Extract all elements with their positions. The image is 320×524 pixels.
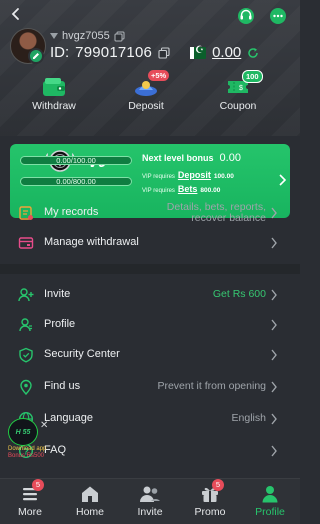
vip-req-bets-link[interactable]: Bets [178,184,198,194]
my-records-row[interactable]: My records Details, bets, reports, recov… [0,198,300,228]
bottom-nav: 5 More Home Invite 5 Promo Profile [0,478,300,524]
ad-line-2: Bonus Rs500 [8,453,45,459]
invite-label: Invite [44,288,71,300]
edit-avatar-icon[interactable] [28,48,44,64]
nav-home[interactable]: Home [60,479,120,524]
ad-line-1: Download app [8,446,47,452]
vip-req-bets-amount: 800.00 [200,187,221,194]
find-us-row[interactable]: Find us Prevent it from opening [0,372,300,402]
coupon-label: Coupon [219,100,257,112]
withdraw-button[interactable]: Withdraw [14,76,94,112]
nav-promo-label: Promo [194,506,226,518]
chevron-right-icon [271,381,277,393]
nav-home-label: Home [75,506,104,518]
refresh-icon[interactable] [247,47,259,59]
promo-badge: 5 [212,479,224,491]
find-us-value: Prevent it from opening [157,380,266,392]
more-badge: 5 [32,479,44,491]
id-row: ID: 799017106 0.00 [50,44,259,61]
nav-more[interactable]: 5 More [0,479,60,524]
my-records-label: My records [44,206,99,218]
vip-req-deposit-prefix: VIP requires [142,174,175,180]
invite-row[interactable]: Invite Get Rs 600 [0,280,300,310]
chevron-right-icon [271,319,277,331]
next-level-value: 0.00 [219,152,241,164]
chevron-right-icon [271,445,277,457]
vip-req-deposit-amount: 100.00 [213,173,234,180]
id-prefix: ID: [50,44,70,61]
invite-value: Get Rs 600 [212,288,266,300]
chevron-right-icon [271,413,277,425]
section-divider [0,264,300,274]
deposit-label: Deposit [128,100,164,112]
nav-profile[interactable]: Profile [240,479,300,524]
vip-progress-deposit-text: 0.00/100.00 [56,156,96,165]
support-icon[interactable] [236,6,256,26]
profile-nav-icon [262,486,278,503]
coupon-button[interactable]: $ 100 Coupon [198,70,278,112]
balance: 0.00 [212,44,242,61]
security-center-label: Security Center [44,348,120,360]
app-logo: H 55 [8,418,38,446]
language-value: English [231,412,266,424]
nav-profile-label: Profile [255,506,285,518]
manage-withdrawal-row[interactable]: Manage withdrawal [0,228,300,258]
next-level-label: Next level bonus [142,153,214,163]
nav-more-label: More [18,506,42,518]
shield-icon [19,347,33,363]
wallet-icon [43,78,65,96]
profile-icon [19,318,32,332]
withdraw-label: Withdraw [32,100,76,112]
my-records-value: Details, bets, reports, recover balance [166,201,266,224]
nav-invite[interactable]: Invite [120,479,180,524]
flag-icon [190,45,207,59]
user-id: 799017106 [75,44,153,61]
chevron-right-icon [271,237,277,249]
security-center-row[interactable]: Security Center [0,340,300,370]
find-us-label: Find us [44,380,81,392]
manage-withdrawal-label: Manage withdrawal [44,236,139,248]
copy-id-icon[interactable] [158,46,170,59]
profile-label: Profile [44,318,76,330]
chevron-right-icon [271,289,277,301]
nav-invite-label: Invite [137,506,163,518]
close-icon[interactable]: ✕ [40,420,48,431]
back-icon[interactable] [8,6,24,22]
vip-req-deposit: VIP requires Deposit 100.00 [142,170,234,180]
vip-req-bets: VIP requires Bets 800.00 [142,184,220,194]
language-label: Language [44,412,93,424]
username: hvgz7055 [62,30,110,42]
next-level-bonus: Next level bonus 0.00 [142,152,241,164]
username-row: hvgz7055 [50,30,125,42]
chevron-right-icon [271,349,277,361]
deposit-button[interactable]: +5% Deposit [106,70,186,112]
vip-progress-bets-text: 0.00/800.00 [56,177,96,186]
svg-text:$: $ [239,85,243,92]
user-level-icon [50,33,58,39]
withdrawal-manage-icon [18,237,34,249]
chevron-right-icon [271,207,277,219]
vip-req-bets-prefix: VIP requires [142,188,175,194]
location-icon [20,379,32,395]
chevron-right-icon [279,174,287,186]
vip-req-deposit-link[interactable]: Deposit [178,170,211,180]
nav-promo[interactable]: 5 Promo [180,479,240,524]
home-icon [82,486,98,502]
vip-progress-bets: 0.00/800.00 [20,177,132,186]
copy-icon[interactable] [114,31,125,42]
invite-icon [18,288,34,302]
chat-icon[interactable] [268,6,288,26]
deposit-badge: +5% [148,70,170,81]
profile-row[interactable]: Profile [0,310,300,340]
invite-people-icon [140,486,160,502]
records-icon [19,206,33,220]
coupon-badge: 100 [242,70,263,83]
vip-progress-deposit: 0.00/100.00 [20,156,132,165]
